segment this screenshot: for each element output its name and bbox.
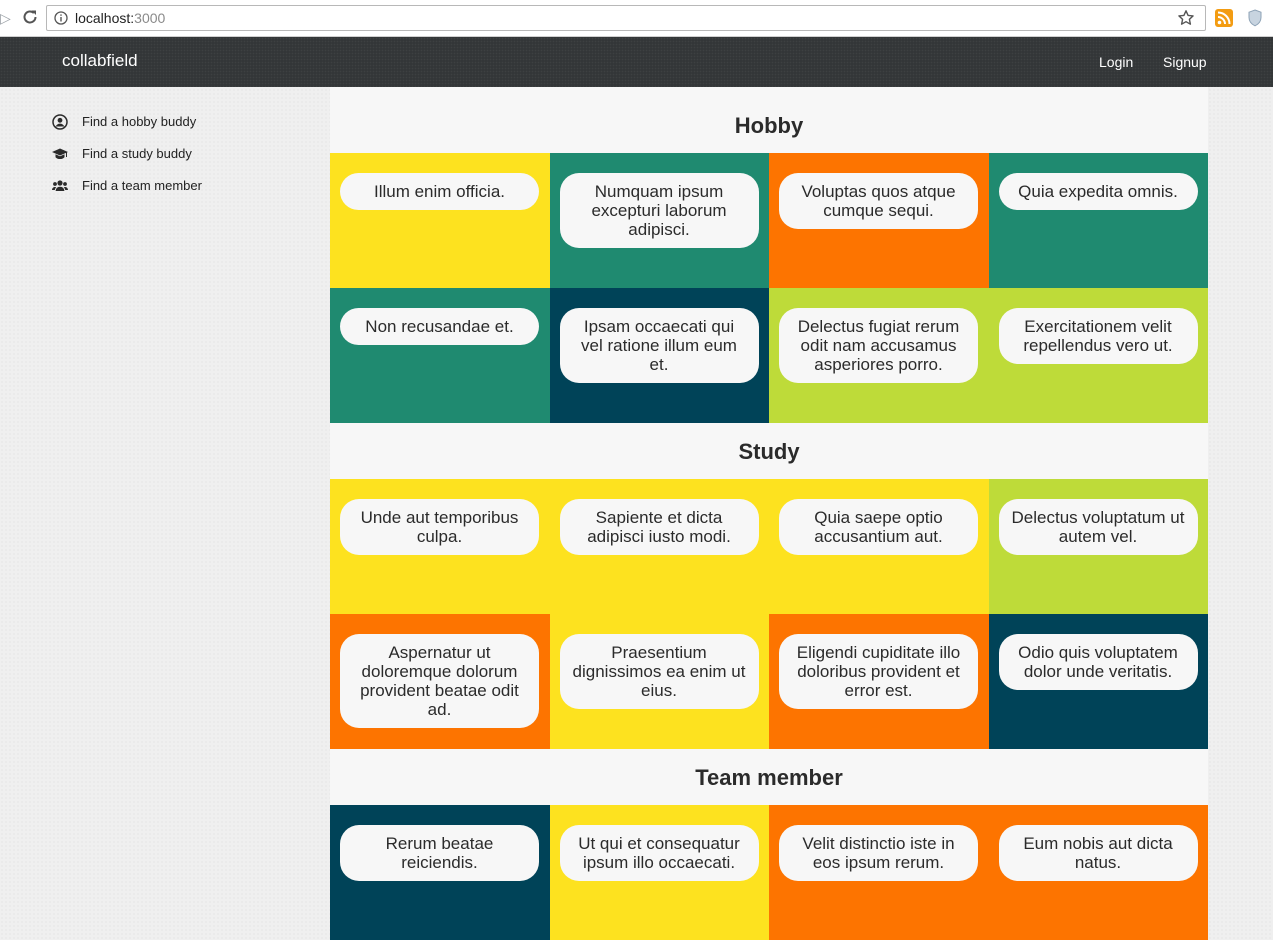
card-cell[interactable]: Exercitationem velit repellendus vero ut…	[988, 288, 1208, 423]
card-cell[interactable]: Non recusandae et.	[330, 288, 550, 423]
card-text: Unde aut temporibus culpa.	[340, 499, 539, 555]
card-cell[interactable]: Numquam ipsum excepturi laborum adipisci…	[549, 153, 769, 288]
card-cell[interactable]: Delectus fugiat rerum odit nam accusamus…	[769, 288, 989, 423]
card-text: Quia expedita omnis.	[998, 173, 1198, 210]
card-text: Eum nobis aut dicta natus.	[998, 825, 1198, 881]
card-cell[interactable]: Illum enim officia.	[330, 153, 550, 288]
card-text: Ut qui et consequatur ipsum illo occaeca…	[559, 825, 759, 881]
card-cell[interactable]: Delectus voluptatum ut autem vel.	[988, 479, 1208, 614]
card-cell[interactable]: Velit distinctio iste in eos ipsum rerum…	[769, 805, 989, 940]
graduation-cap-icon	[52, 148, 68, 159]
url-host: localhost:	[75, 10, 135, 26]
card-cell[interactable]: Quia expedita omnis.	[988, 153, 1208, 288]
card-cell[interactable]: Eum nobis aut dicta natus.	[988, 805, 1208, 940]
card-text: Numquam ipsum excepturi laborum adipisci…	[559, 173, 759, 248]
url-text[interactable]: localhost:3000	[75, 11, 165, 26]
study-grid: Unde aut temporibus culpa. Sapiente et d…	[330, 479, 1208, 749]
users-icon	[52, 180, 68, 191]
card-cell[interactable]: Aspernatur ut doloremque dolorum provide…	[330, 614, 550, 749]
team-member-grid: Rerum beatae reiciendis. Ut qui et conse…	[330, 805, 1208, 940]
address-bar[interactable]: localhost:3000	[46, 5, 1206, 31]
sidebar-item-hobby-buddy[interactable]: Find a hobby buddy	[52, 113, 292, 131]
card-cell[interactable]: Ut qui et consequatur ipsum illo occaeca…	[549, 805, 769, 940]
sidebar-item-team-member[interactable]: Find a team member	[52, 177, 292, 195]
card-text: Ipsam occaecati qui vel ratione illum eu…	[559, 308, 759, 383]
reload-icon[interactable]	[21, 8, 39, 26]
card-text: Eligendi cupiditate illo doloribus provi…	[779, 634, 978, 709]
card-cell[interactable]: Rerum beatae reiciendis.	[330, 805, 550, 940]
sidebar-item-label: Find a study buddy	[82, 146, 192, 161]
info-icon[interactable]	[54, 11, 68, 25]
user-circle-icon	[52, 114, 68, 130]
card-cell[interactable]: Sapiente et dicta adipisci iusto modi.	[549, 479, 769, 614]
card-text: Illum enim officia.	[340, 173, 539, 210]
sidebar-item-label: Find a team member	[82, 178, 202, 193]
hobby-grid: Illum enim officia. Numquam ipsum except…	[330, 153, 1208, 423]
back-arrow-icon[interactable]: ▷	[0, 10, 11, 26]
shield-extension-icon[interactable]	[1247, 9, 1263, 27]
card-text: Delectus voluptatum ut autem vel.	[998, 499, 1198, 555]
card-text: Delectus fugiat rerum odit nam accusamus…	[779, 308, 978, 383]
browser-toolbar: ▷ localhost:3000	[0, 0, 1273, 37]
card-text: Velit distinctio iste in eos ipsum rerum…	[779, 825, 978, 881]
app-navbar: collabfield Login Signup	[0, 37, 1273, 87]
section-title-hobby: Hobby	[734, 113, 804, 138]
login-link[interactable]: Login	[1099, 54, 1133, 70]
main-content: Hobby Illum enim officia. Numquam ipsum …	[330, 87, 1208, 940]
card-cell[interactable]: Odio quis voluptatem dolor unde veritati…	[988, 614, 1208, 749]
card-cell[interactable]: Quia saepe optio accusantium aut.	[769, 479, 989, 614]
card-text: Voluptas quos atque cumque sequi.	[779, 173, 978, 229]
card-cell[interactable]: Voluptas quos atque cumque sequi.	[769, 153, 989, 288]
sidebar-item-study-buddy[interactable]: Find a study buddy	[52, 145, 292, 163]
card-cell[interactable]: Ipsam occaecati qui vel ratione illum eu…	[549, 288, 769, 423]
card-text: Non recusandae et.	[340, 308, 539, 345]
rss-icon[interactable]	[1215, 9, 1233, 27]
card-text: Exercitationem velit repellendus vero ut…	[998, 308, 1198, 364]
url-port: 3000	[134, 10, 166, 26]
card-text: Sapiente et dicta adipisci iusto modi.	[559, 499, 759, 555]
brand-logo[interactable]: collabfield	[62, 51, 138, 71]
card-text: Praesentium dignissimos ea enim ut eius.	[559, 634, 759, 709]
card-cell[interactable]: Unde aut temporibus culpa.	[330, 479, 550, 614]
card-cell[interactable]: Praesentium dignissimos ea enim ut eius.	[549, 614, 769, 749]
card-text: Rerum beatae reiciendis.	[340, 825, 539, 881]
section-title-study: Study	[738, 439, 800, 464]
card-cell[interactable]: Eligendi cupiditate illo doloribus provi…	[769, 614, 989, 749]
signup-link[interactable]: Signup	[1163, 54, 1207, 70]
card-text: Aspernatur ut doloremque dolorum provide…	[340, 634, 539, 728]
card-text: Odio quis voluptatem dolor unde veritati…	[998, 634, 1198, 690]
section-title-team-member: Team member	[695, 765, 843, 790]
sidebar-item-label: Find a hobby buddy	[82, 114, 197, 129]
card-text: Quia saepe optio accusantium aut.	[779, 499, 978, 555]
bookmark-star-icon[interactable]	[1177, 9, 1195, 27]
